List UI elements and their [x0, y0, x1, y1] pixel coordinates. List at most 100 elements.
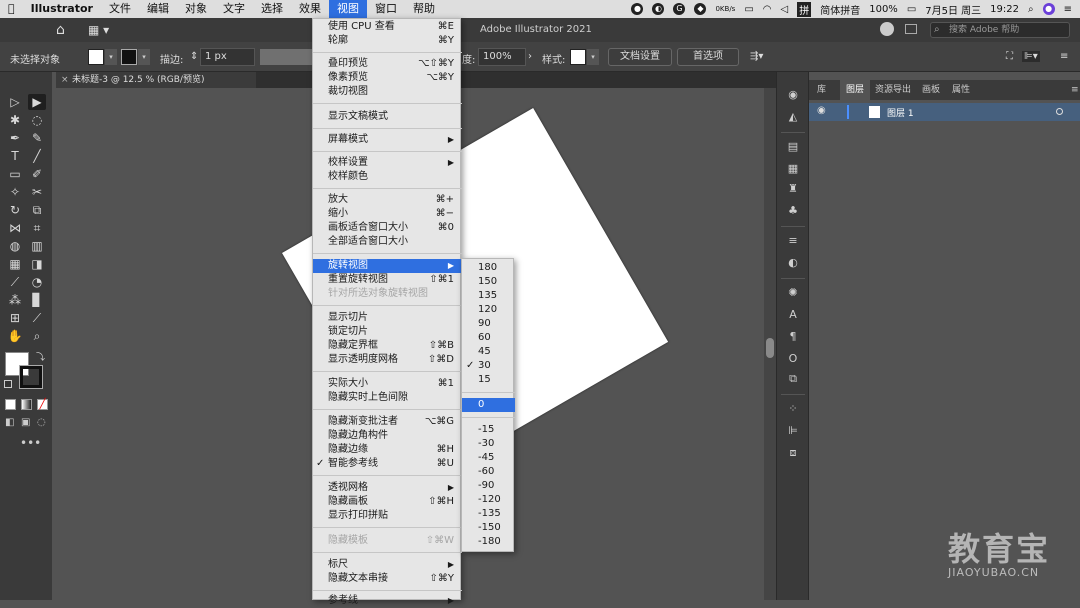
align-panel-icon[interactable]: ⊫: [786, 424, 800, 438]
menu-item-fit-all[interactable]: 全部适合窗口大小: [313, 235, 462, 249]
menu-item-reset-rotate-view[interactable]: 重置旋转视图 ⇧⌘1: [313, 273, 462, 287]
menu-item-show-slices[interactable]: 显示切片: [313, 311, 462, 325]
stroke-dropdown-icon[interactable]: ▾: [138, 49, 150, 65]
stroke-panel-icon[interactable]: ≡: [786, 234, 800, 248]
spotlight-icon[interactable]: ⌕: [1028, 4, 1034, 15]
curvature-tool-icon[interactable]: ✎: [28, 130, 46, 146]
change-screen-mode-icon[interactable]: ◌: [37, 417, 48, 428]
menu-item-hide-gradient-annotator[interactable]: 隐藏渐变批注者 ⌥⌘G: [313, 415, 462, 429]
layer-target-icon[interactable]: [1056, 108, 1063, 115]
menu-item-rotate-view[interactable]: 旋转视图 ▶: [313, 259, 462, 273]
stroke-color-icon[interactable]: [19, 365, 43, 389]
menu-item-hide-live-paint-gaps[interactable]: 隐藏实时上色间隙: [313, 391, 462, 405]
transparency-panel-icon[interactable]: ◐: [786, 256, 800, 270]
gradient-tool-icon[interactable]: ◨: [28, 256, 46, 272]
variable-width-profile[interactable]: [260, 49, 312, 65]
rotate-option-150[interactable]: 150: [462, 275, 515, 289]
rotate-option-minus-15[interactable]: -15: [462, 423, 515, 437]
menu-item-smart-guides[interactable]: ✓ 智能参考线 ⌘U: [313, 457, 462, 471]
menubar-date[interactable]: 7月5日 周三: [925, 2, 981, 17]
selection-tool-icon[interactable]: ▷: [6, 94, 24, 110]
slice-tool-icon[interactable]: ⟋: [28, 310, 46, 326]
menu-item-perspective-grid[interactable]: 透视网格 ▶: [313, 481, 462, 495]
symbols-panel-icon[interactable]: ♣: [786, 204, 800, 218]
brushes-panel-icon[interactable]: ♜: [786, 182, 800, 196]
menu-item-hide-artboards[interactable]: 隐藏画板 ⇧⌘H: [313, 495, 462, 509]
rotate-option-minus-45[interactable]: -45: [462, 451, 515, 465]
stroke-stepper-icon[interactable]: ⇕: [190, 51, 198, 62]
menu-window[interactable]: 窗口: [367, 0, 405, 18]
tab-properties[interactable]: 属性: [952, 80, 970, 100]
rotate-option-minus-90[interactable]: -90: [462, 479, 515, 493]
tab-libraries[interactable]: 库: [817, 80, 826, 100]
input-method[interactable]: 简体拼音: [820, 2, 860, 17]
siri-icon[interactable]: ●: [1042, 3, 1055, 15]
tab-asset-export[interactable]: 资源导出: [875, 80, 911, 100]
chat-icon[interactable]: ◐: [652, 3, 665, 15]
scrollbar-thumb[interactable]: [766, 338, 774, 358]
fill-dropdown-icon[interactable]: ▾: [105, 49, 117, 65]
close-tab-icon[interactable]: ×: [61, 72, 69, 88]
transform-panel-icon[interactable]: ⧉: [786, 372, 800, 386]
home-icon[interactable]: ⌂: [56, 22, 72, 38]
opacity-arrow-icon[interactable]: ›: [528, 51, 532, 62]
menu-item-hide-edges[interactable]: 隐藏边缘 ⌘H: [313, 443, 462, 457]
menu-type[interactable]: 文字: [215, 0, 253, 18]
wifi-icon[interactable]: ◠: [763, 4, 772, 15]
rotate-option-60[interactable]: 60: [462, 331, 515, 345]
menu-item-hide-bounding-box[interactable]: 隐藏定界框 ⇧⌘B: [313, 339, 462, 353]
lasso-tool-icon[interactable]: ◌: [28, 112, 46, 128]
menu-item-fit-artboard[interactable]: 画板适合窗口大小 ⌘0: [313, 221, 462, 235]
eyedropper-tool-icon[interactable]: ⟋: [6, 274, 24, 290]
menu-effect[interactable]: 效果: [291, 0, 329, 18]
arrange-documents-icon[interactable]: [905, 24, 917, 34]
color-guide-icon[interactable]: ◭: [786, 110, 800, 124]
menu-item-proof-setup[interactable]: 校样设置 ▶: [313, 156, 462, 170]
scissors-tool-icon[interactable]: ✂: [28, 184, 46, 200]
transform-icon[interactable]: ⛶: [1006, 51, 1013, 62]
rotate-option-minus-60[interactable]: -60: [462, 465, 515, 479]
menu-item-hide-corner-widget[interactable]: 隐藏边角构件: [313, 429, 462, 443]
rotate-option-90[interactable]: 90: [462, 317, 515, 331]
workspace-switcher-icon[interactable]: ▦ ▾: [88, 23, 109, 37]
shaper-tool-icon[interactable]: ✧: [6, 184, 24, 200]
layer-row[interactable]: ◉ 图层 1: [809, 103, 1080, 121]
rotate-option-minus-180[interactable]: -180: [462, 535, 515, 549]
menu-select[interactable]: 选择: [253, 0, 291, 18]
paragraph-panel-icon[interactable]: ¶: [786, 330, 800, 344]
magic-wand-tool-icon[interactable]: ✱: [6, 112, 24, 128]
menu-item-outline[interactable]: 轮廓 ⌘Y: [313, 34, 462, 48]
tab-artboards[interactable]: 画板: [922, 80, 940, 100]
rotate-option-30[interactable]: ✓ 30: [462, 359, 515, 373]
menu-item-transparency-grid[interactable]: 显示透明度网格 ⇧⌘D: [313, 353, 462, 367]
align-icon[interactable]: ⊫▾: [1022, 51, 1040, 62]
menu-item-zoom-out[interactable]: 缩小 ⌘−: [313, 207, 462, 221]
menubar-time[interactable]: 19:22: [990, 4, 1019, 15]
stroke-weight-field[interactable]: 1 px: [200, 48, 255, 66]
input-method-icon[interactable]: 拼: [797, 1, 812, 17]
menu-object[interactable]: 对象: [177, 0, 215, 18]
rectangle-tool-icon[interactable]: ▭: [6, 166, 24, 182]
menu-item-pixel-preview[interactable]: 像素预览 ⌥⌘Y: [313, 71, 462, 85]
swatches-panel-icon[interactable]: ▦: [786, 162, 800, 176]
user-icon[interactable]: [880, 22, 894, 36]
artboard-tool-icon[interactable]: ⊞: [6, 310, 24, 326]
menu-item-rotate-to-selection[interactable]: 针对所选对象旋转视图: [313, 287, 462, 301]
pen-tool-icon[interactable]: ✒: [6, 130, 24, 146]
rotate-option-45[interactable]: 45: [462, 345, 515, 359]
preferences-button[interactable]: 首选项: [677, 48, 739, 66]
color-panel-icon[interactable]: ◉: [786, 88, 800, 102]
control-center-icon[interactable]: ≡: [1064, 4, 1072, 15]
menu-help[interactable]: 帮助: [405, 0, 443, 18]
stroke-swatch[interactable]: [121, 49, 137, 65]
color-mode-icon[interactable]: [5, 399, 16, 410]
gradient-mode-icon[interactable]: [21, 399, 32, 410]
menu-item-proof-colors[interactable]: 校样颜色: [313, 170, 462, 184]
menu-item-hide-text-threads[interactable]: 隐藏文本串接 ⇧⌘Y: [313, 572, 462, 586]
rotate-option-135[interactable]: 135: [462, 289, 515, 303]
perspective-grid-tool-icon[interactable]: ▥: [28, 238, 46, 254]
menu-more-icon[interactable]: ≡: [1060, 51, 1068, 62]
rotate-option-minus-135[interactable]: -135: [462, 507, 515, 521]
rotate-option-180[interactable]: 180: [462, 261, 515, 275]
shape-builder-tool-icon[interactable]: ◍: [6, 238, 24, 254]
